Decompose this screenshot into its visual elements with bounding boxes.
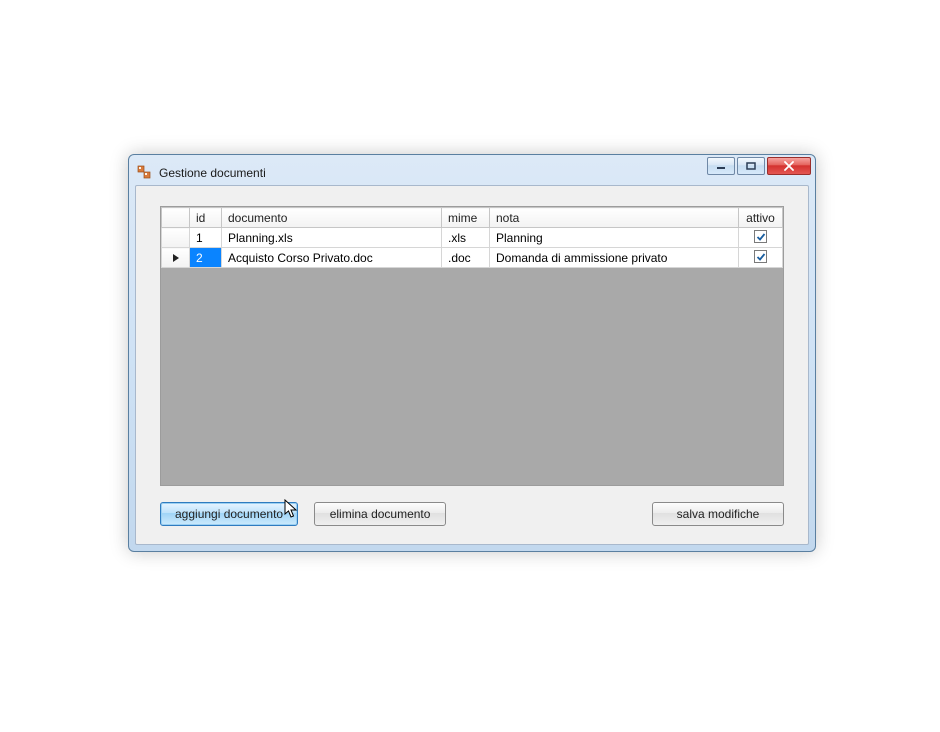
button-row: aggiungi documento elimina documento sal…	[160, 502, 784, 526]
header-mime[interactable]: mime	[442, 208, 490, 228]
maximize-button[interactable]	[737, 157, 765, 175]
window-title: Gestione documenti	[159, 166, 266, 180]
table-row[interactable]: 1Planning.xls.xlsPlanning	[162, 228, 783, 248]
row-header[interactable]	[162, 228, 190, 248]
close-button[interactable]	[767, 157, 811, 175]
cell-attivo[interactable]	[739, 248, 783, 268]
header-documento[interactable]: documento	[222, 208, 442, 228]
delete-document-button[interactable]: elimina documento	[314, 502, 446, 526]
row-header[interactable]	[162, 248, 190, 268]
checkbox[interactable]	[754, 250, 767, 263]
checkbox[interactable]	[754, 230, 767, 243]
data-grid[interactable]: id documento mime nota attivo 1Planning.…	[160, 206, 784, 486]
header-id[interactable]: id	[190, 208, 222, 228]
cell-attivo[interactable]	[739, 228, 783, 248]
header-rowselector[interactable]	[162, 208, 190, 228]
client-area: id documento mime nota attivo 1Planning.…	[135, 185, 809, 545]
window: Gestione documenti id documento m	[128, 154, 816, 552]
cell-mime[interactable]: .doc	[442, 248, 490, 268]
window-controls	[707, 157, 811, 175]
minimize-button[interactable]	[707, 157, 735, 175]
cell-documento[interactable]: Planning.xls	[222, 228, 442, 248]
table-row[interactable]: 2Acquisto Corso Privato.doc.docDomanda d…	[162, 248, 783, 268]
cell-id[interactable]: 2	[190, 248, 222, 268]
add-document-button[interactable]: aggiungi documento	[160, 502, 298, 526]
header-nota[interactable]: nota	[490, 208, 739, 228]
cell-id[interactable]: 1	[190, 228, 222, 248]
header-row: id documento mime nota attivo	[162, 208, 783, 228]
cell-nota[interactable]: Planning	[490, 228, 739, 248]
cell-documento[interactable]: Acquisto Corso Privato.doc	[222, 248, 442, 268]
app-icon	[137, 165, 153, 181]
header-attivo[interactable]: attivo	[739, 208, 783, 228]
titlebar[interactable]: Gestione documenti	[135, 161, 809, 185]
cell-mime[interactable]: .xls	[442, 228, 490, 248]
cell-nota[interactable]: Domanda di ammissione privato	[490, 248, 739, 268]
save-changes-button[interactable]: salva modifiche	[652, 502, 784, 526]
row-indicator-icon	[173, 254, 179, 262]
